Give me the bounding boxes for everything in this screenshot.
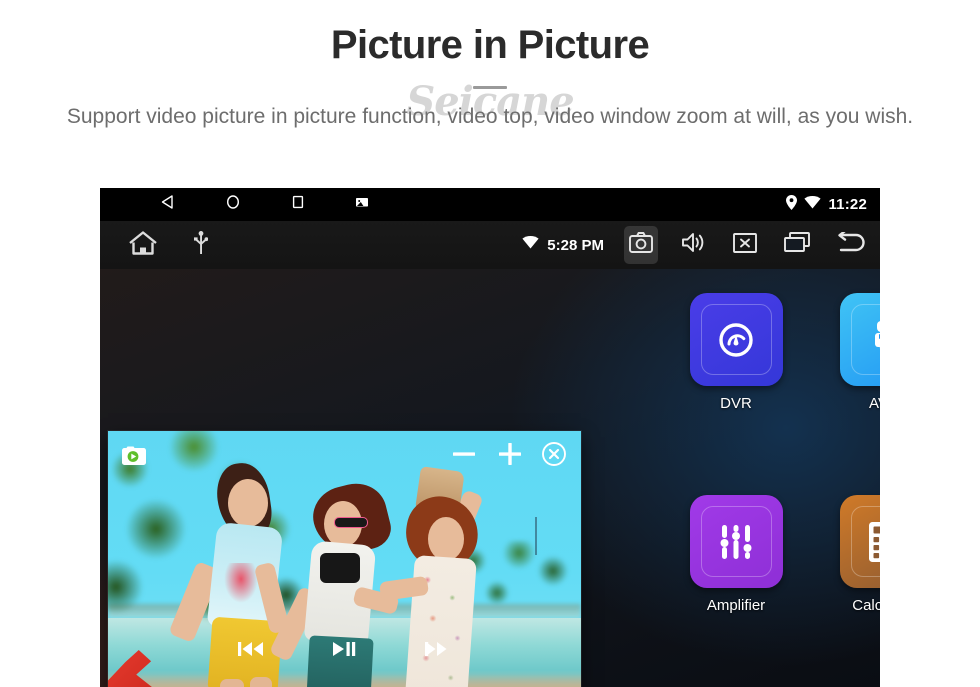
app-icon-avin[interactable]: AVIN	[808, 293, 880, 412]
back-icon[interactable]	[160, 194, 176, 215]
app-label: Amplifier	[706, 597, 766, 614]
pip-video-window[interactable]: Seicane	[108, 431, 581, 687]
status-bar-nav-group	[160, 194, 369, 215]
back-arrow-icon	[832, 229, 866, 259]
location-pin-icon	[786, 194, 798, 215]
app-label: Calculator	[852, 597, 880, 614]
zoom-out-button[interactable]	[449, 439, 479, 474]
volume-icon	[681, 232, 705, 258]
home-icon[interactable]	[225, 194, 241, 215]
title-divider	[473, 86, 507, 89]
camera-button[interactable]	[624, 226, 658, 264]
back-button[interactable]	[832, 226, 866, 264]
usb-icon[interactable]	[194, 230, 209, 260]
status-bar-indicators: 11:22	[786, 188, 867, 221]
recents-icon[interactable]	[290, 194, 306, 215]
previous-track-button[interactable]	[237, 639, 265, 664]
home-house-icon[interactable]	[128, 230, 158, 261]
screenshot-icon[interactable]	[355, 195, 369, 214]
play-pause-button[interactable]	[332, 639, 358, 664]
android-status-bar: 11:22	[100, 188, 880, 221]
amplifier-sliders-icon	[689, 495, 783, 588]
volume-button[interactable]	[676, 226, 710, 264]
camera-icon	[629, 232, 653, 258]
video-badge-icon	[120, 444, 148, 466]
toolbar-left-group	[128, 230, 209, 261]
toolbar-clock-group: 5:28 PM	[522, 236, 604, 254]
pip-playback-controls	[108, 639, 581, 664]
app-icon-calculator[interactable]: Calculator	[808, 495, 880, 614]
dvr-gauge-icon	[689, 293, 783, 386]
system-toolbar: 5:28 PM	[100, 221, 880, 269]
zoom-in-button[interactable]	[495, 439, 525, 474]
toolbar-clock: 5:28 PM	[547, 236, 604, 254]
video-watermark: Seicane	[451, 683, 576, 687]
page-subtitle: Support video picture in picture functio…	[66, 105, 914, 128]
status-bar-clock: 11:22	[828, 196, 867, 213]
page-title: Picture in Picture	[330, 23, 650, 67]
app-label: DVR	[720, 395, 752, 412]
avin-plug-icon	[839, 293, 880, 386]
app-icon-amplifier[interactable]: Amplifier	[658, 495, 814, 614]
close-box-icon	[733, 232, 757, 258]
calculator-icon	[839, 495, 880, 588]
toolbar-right-group: 5:28 PM	[522, 221, 866, 269]
app-icon-dvr[interactable]: DVR	[658, 293, 814, 412]
wifi-icon	[522, 236, 539, 254]
app-label: AVIN	[869, 395, 880, 412]
launcher-home: Netflix SiriusXM Wheelkey Study DVR	[100, 269, 880, 687]
pip-window-controls	[449, 439, 567, 474]
device-screenshot: 11:22 5:28 PM DVR A Amplifier Calc	[100, 188, 880, 687]
task-switcher-button[interactable]	[780, 226, 814, 264]
close-app-button[interactable]	[728, 226, 762, 264]
windows-stack-icon	[784, 232, 810, 258]
wifi-icon	[804, 195, 822, 214]
close-video-button[interactable]	[541, 441, 567, 472]
page-header: Picture in Picture Support video picture…	[0, 0, 980, 132]
next-track-button[interactable]	[424, 639, 453, 664]
